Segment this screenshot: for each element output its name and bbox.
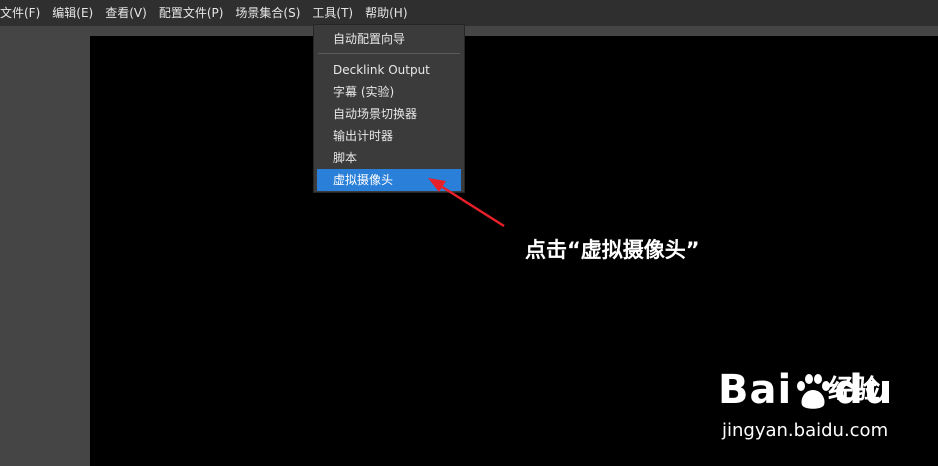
menu-item-captions[interactable]: 字幕 (实验) [317,81,461,103]
baidu-logo-text-1: Bai [718,367,793,413]
menu-item-auto-config-wizard[interactable]: 自动配置向导 [317,28,461,50]
menu-item-auto-scene-switcher[interactable]: 自动场景切换器 [317,103,461,125]
menu-item-scripts[interactable]: 脚本 [317,147,461,169]
menu-item-output-timer[interactable]: 输出计时器 [317,125,461,147]
menu-tools[interactable]: 工具(T) [306,0,359,26]
left-panel [0,26,90,466]
menu-profile[interactable]: 配置文件(P) [153,0,230,26]
menu-item-decklink-output[interactable]: Decklink Output [317,59,461,81]
menu-file[interactable]: 文件(F) [0,0,46,26]
menu-bar: 文件(F) 编辑(E) 查看(V) 配置文件(P) 场景集合(S) 工具(T) … [0,0,938,26]
preview-top-margin [90,26,938,36]
baidu-jingyan-label: 经验 [828,375,881,405]
menu-help[interactable]: 帮助(H) [359,0,413,26]
menu-scene-collection[interactable]: 场景集合(S) [229,0,306,26]
baidu-url: jingyan.baidu.com [722,420,889,441]
menu-view[interactable]: 查看(V) [99,0,153,26]
menu-edit[interactable]: 编辑(E) [46,0,99,26]
tools-dropdown-menu: 自动配置向导 Decklink Output 字幕 (实验) 自动场景切换器 输… [313,24,465,193]
annotation-text: 点击“虚拟摄像头” [525,238,700,262]
menu-item-virtual-camera[interactable]: 虚拟摄像头 [317,169,461,191]
baidu-watermark: Bai du 经验 jingyan.baidu.com [718,366,918,446]
menu-separator [318,53,460,54]
